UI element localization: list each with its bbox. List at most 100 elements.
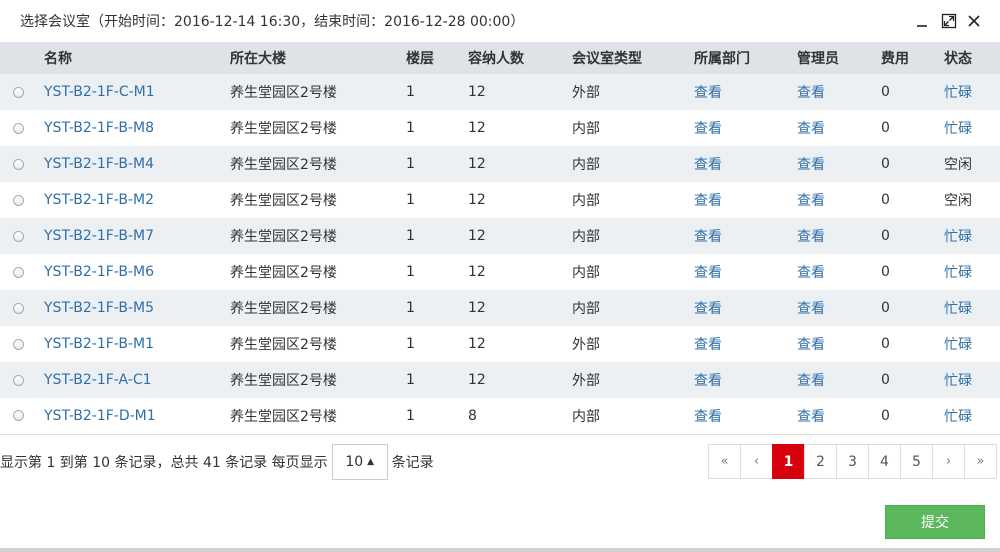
capacity-column-cell: 12 xyxy=(468,146,572,182)
row-radio[interactable] xyxy=(13,86,24,98)
page-button-2[interactable]: 2 xyxy=(804,444,837,479)
last-page-button[interactable]: » xyxy=(964,444,997,479)
header-floor[interactable]: 楼层 xyxy=(406,42,468,74)
type-column-cell: 外部 xyxy=(572,74,694,110)
room-name-link[interactable]: YST-B2-1F-D-M1 xyxy=(44,408,156,424)
status-busy-link[interactable]: 忙碌 xyxy=(944,229,972,245)
department-view-link[interactable]: 查看 xyxy=(694,409,722,425)
page-button-5[interactable]: 5 xyxy=(900,444,933,479)
first-page-button[interactable]: « xyxy=(708,444,741,479)
department-view-link[interactable]: 查看 xyxy=(694,193,722,209)
admin-view-link[interactable]: 查看 xyxy=(797,229,825,245)
room-name-link[interactable]: YST-B2-1F-B-M2 xyxy=(44,192,154,208)
minimize-icon[interactable] xyxy=(913,11,931,31)
status-busy-link[interactable]: 忙碌 xyxy=(944,121,972,137)
building-cell: 养生堂园区2号楼 xyxy=(230,373,337,389)
room-type-cell: 内部 xyxy=(572,301,600,317)
row-radio[interactable] xyxy=(13,194,24,206)
row-radio[interactable] xyxy=(13,266,24,278)
page-button-4[interactable]: 4 xyxy=(868,444,901,479)
capacity-column-cell: 12 xyxy=(468,290,572,326)
admin-view-link[interactable]: 查看 xyxy=(797,373,825,389)
maximize-icon[interactable] xyxy=(940,11,958,31)
bottom-divider xyxy=(0,548,1000,552)
header-admin[interactable]: 管理员 xyxy=(797,42,881,74)
status-busy-link[interactable]: 忙碌 xyxy=(944,301,972,317)
department-view-link[interactable]: 查看 xyxy=(694,229,722,245)
capacity-column-cell: 12 xyxy=(468,254,572,290)
department-view-link[interactable]: 查看 xyxy=(694,301,722,317)
admin-view-link[interactable]: 查看 xyxy=(797,265,825,281)
room-name-link[interactable]: YST-B2-1F-A-C1 xyxy=(44,372,152,388)
floor-cell: 1 xyxy=(406,300,415,316)
admin-view-link[interactable]: 查看 xyxy=(797,409,825,425)
row-radio[interactable] xyxy=(13,410,24,422)
room-name-link[interactable]: YST-B2-1F-B-M4 xyxy=(44,156,154,172)
department-view-link[interactable]: 查看 xyxy=(694,373,722,389)
department-view-link[interactable]: 查看 xyxy=(694,121,722,137)
room-type-cell: 内部 xyxy=(572,121,600,137)
room-name-link[interactable]: YST-B2-1F-C-M1 xyxy=(44,84,155,100)
status-busy-link[interactable]: 忙碌 xyxy=(944,265,972,281)
table-row[interactable]: YST-B2-1F-B-M4 养生堂园区2号楼 1 12 内部 查看 查看 0 空闲 xyxy=(0,146,1000,182)
fee-column-cell: 0 xyxy=(881,182,944,218)
row-radio[interactable] xyxy=(13,230,24,242)
status-column-cell: 忙碌 xyxy=(944,218,1000,254)
room-name-link[interactable]: YST-B2-1F-B-M7 xyxy=(44,228,154,244)
type-column-cell: 外部 xyxy=(572,326,694,362)
admin-column-cell: 查看 xyxy=(797,218,881,254)
header-department[interactable]: 所属部门 xyxy=(694,42,797,74)
table-row[interactable]: YST-B2-1F-D-M1 养生堂园区2号楼 1 8 内部 查看 查看 0 忙碌 xyxy=(0,398,1000,435)
table-row[interactable]: YST-B2-1F-B-M7 养生堂园区2号楼 1 12 内部 查看 查看 0 忙碌 xyxy=(0,218,1000,254)
select-cell xyxy=(0,146,44,182)
name-column-cell: YST-B2-1F-C-M1 xyxy=(44,74,230,110)
department-view-link[interactable]: 查看 xyxy=(694,157,722,173)
room-name-link[interactable]: YST-B2-1F-B-M8 xyxy=(44,120,154,136)
department-view-link[interactable]: 查看 xyxy=(694,85,722,101)
table-row[interactable]: YST-B2-1F-B-M2 养生堂园区2号楼 1 12 内部 查看 查看 0 空闲 xyxy=(0,182,1000,218)
page-button-1[interactable]: 1 xyxy=(772,444,805,479)
name-column-cell: YST-B2-1F-B-M1 xyxy=(44,326,230,362)
row-radio[interactable] xyxy=(13,374,24,386)
status-busy-link[interactable]: 忙碌 xyxy=(944,409,972,425)
admin-view-link[interactable]: 查看 xyxy=(797,157,825,173)
prev-page-button[interactable]: ‹ xyxy=(740,444,773,479)
status-busy-link[interactable]: 忙碌 xyxy=(944,85,972,101)
room-name-link[interactable]: YST-B2-1F-B-M6 xyxy=(44,264,154,280)
header-fee[interactable]: 费用 xyxy=(881,42,944,74)
admin-view-link[interactable]: 查看 xyxy=(797,193,825,209)
table-row[interactable]: YST-B2-1F-A-C1 养生堂园区2号楼 1 12 外部 查看 查看 0 忙碌 xyxy=(0,362,1000,398)
row-radio[interactable] xyxy=(13,302,24,314)
room-name-link[interactable]: YST-B2-1F-B-M5 xyxy=(44,300,154,316)
header-name[interactable]: 名称 xyxy=(44,42,230,74)
status-busy-link[interactable]: 忙碌 xyxy=(944,337,972,353)
header-building[interactable]: 所在大楼 xyxy=(230,42,406,74)
building-column-cell: 养生堂园区2号楼 xyxy=(230,326,406,362)
header-status[interactable]: 状态 xyxy=(944,42,1000,74)
status-busy-link[interactable]: 忙碌 xyxy=(944,373,972,389)
row-radio[interactable] xyxy=(13,338,24,350)
room-type-cell: 外部 xyxy=(572,373,600,389)
page-button-3[interactable]: 3 xyxy=(836,444,869,479)
header-room-type[interactable]: 会议室类型 xyxy=(572,42,694,74)
select-cell xyxy=(0,182,44,218)
department-view-link[interactable]: 查看 xyxy=(694,265,722,281)
close-icon[interactable] xyxy=(965,11,983,31)
row-radio[interactable] xyxy=(13,158,24,170)
table-row[interactable]: YST-B2-1F-B-M1 养生堂园区2号楼 1 12 外部 查看 查看 0 忙碌 xyxy=(0,326,1000,362)
table-row[interactable]: YST-B2-1F-C-M1 养生堂园区2号楼 1 12 外部 查看 查看 0 忙碌 xyxy=(0,74,1000,110)
row-radio[interactable] xyxy=(13,122,24,134)
admin-view-link[interactable]: 查看 xyxy=(797,337,825,353)
page-size-select[interactable]: 10 ▲ xyxy=(331,444,388,480)
admin-view-link[interactable]: 查看 xyxy=(797,301,825,317)
submit-button[interactable]: 提交 xyxy=(885,505,985,539)
department-view-link[interactable]: 查看 xyxy=(694,337,722,353)
room-name-link[interactable]: YST-B2-1F-B-M1 xyxy=(44,336,154,352)
table-row[interactable]: YST-B2-1F-B-M5 养生堂园区2号楼 1 12 内部 查看 查看 0 忙碌 xyxy=(0,290,1000,326)
table-row[interactable]: YST-B2-1F-B-M6 养生堂园区2号楼 1 12 内部 查看 查看 0 忙碌 xyxy=(0,254,1000,290)
header-capacity[interactable]: 容纳人数 xyxy=(468,42,572,74)
admin-view-link[interactable]: 查看 xyxy=(797,85,825,101)
table-row[interactable]: YST-B2-1F-B-M8 养生堂园区2号楼 1 12 内部 查看 查看 0 忙碌 xyxy=(0,110,1000,146)
admin-view-link[interactable]: 查看 xyxy=(797,121,825,137)
next-page-button[interactable]: › xyxy=(932,444,965,479)
